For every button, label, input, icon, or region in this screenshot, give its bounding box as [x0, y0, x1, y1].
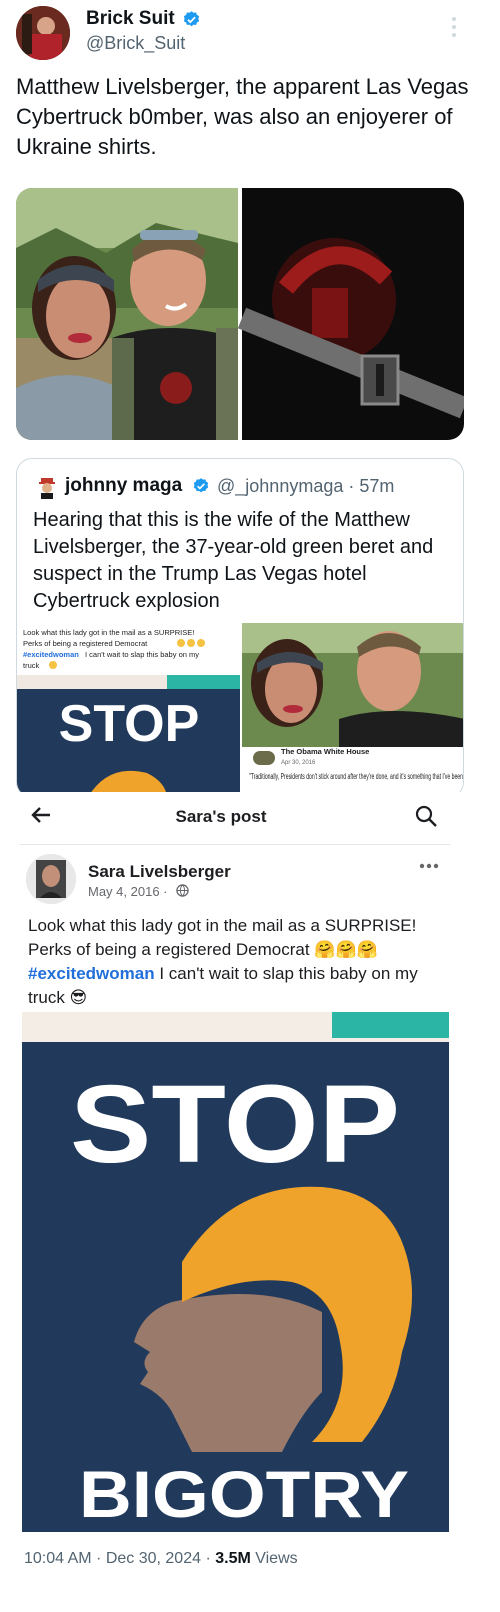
fb-post-date[interactable]: May 4, 2016 ·: [88, 884, 168, 899]
quoted-tweet[interactable]: johnny maga @_johnnymaga · 57m Hearing t…: [16, 458, 464, 798]
sign-bottom-text: BIGOTRY: [79, 1457, 409, 1531]
quoted-time: 57m: [359, 476, 395, 496]
embedded-post-line-4: truck: [23, 661, 40, 670]
side-source: The Obama White House: [281, 747, 369, 756]
more-options-icon[interactable]: [418, 862, 440, 870]
quoted-handle[interactable]: @_johnnymaga: [217, 476, 343, 496]
tweet-footer-meta: 10:04 AM · Dec 30, 2024 · 3.5M Views: [24, 1550, 298, 1568]
selfie-photo[interactable]: [16, 188, 238, 440]
embedded-post-line-3: I can't wait to slap this baby on my: [85, 650, 199, 659]
tweet-timestamp[interactable]: 10:04 AM · Dec 30, 2024 ·: [24, 1550, 215, 1567]
side-date: Apr 30, 2016: [281, 760, 316, 766]
verified-badge-icon: [193, 478, 209, 493]
header-divider: [20, 844, 450, 845]
fb-author-avatar[interactable]: [26, 854, 76, 904]
more-options-icon[interactable]: [448, 14, 460, 40]
fb-author-name[interactable]: Sara Livelsberger: [88, 862, 231, 882]
author-name[interactable]: Brick Suit: [86, 8, 175, 30]
tweet-media-grid[interactable]: [16, 188, 464, 440]
search-icon[interactable]: [414, 804, 438, 828]
fb-header-title: Sara's post: [175, 807, 267, 826]
views-count: 3.5M: [215, 1550, 251, 1567]
fb-post-text-1: Look what this lady got in the mail as a…: [28, 916, 417, 959]
hashtag-link[interactable]: #excitedwoman: [28, 964, 155, 983]
fb-post-text: Look what this lady got in the mail as a…: [28, 914, 448, 1010]
embedded-sign-text: STOP: [59, 695, 200, 753]
quoted-media[interactable]: Look what this lady got in the mail as a…: [17, 623, 463, 797]
embedded-post-tag: #excitedwoman: [23, 650, 79, 659]
quoted-author-name[interactable]: johnny maga: [65, 475, 182, 497]
embedded-post-line-1: Look what this lady got in the mail as a…: [23, 628, 194, 637]
author-handle[interactable]: @Brick_Suit: [86, 33, 185, 54]
globe-icon: [176, 884, 189, 897]
views-label: Views: [250, 1550, 298, 1567]
quoted-tweet-text: Hearing that this is the wife of the Mat…: [33, 509, 434, 612]
embedded-post-line-2: Perks of being a registered Democrat: [23, 639, 148, 648]
quoted-author-avatar[interactable]: [35, 475, 59, 499]
verified-badge-icon: [183, 11, 200, 27]
fb-date-text[interactable]: May 4, 2016: [88, 884, 160, 899]
quoted-author-handle-time[interactable]: @_johnnymaga · 57m: [217, 476, 394, 497]
side-quote: "Traditionally, Presidents don't stick a…: [249, 772, 463, 781]
sign-top-text: STOP: [70, 1063, 400, 1186]
stop-bigotry-sign-photo[interactable]: STOP BIGOTRY: [22, 1012, 449, 1532]
facebook-post-screenshot[interactable]: Sara's post Sara Livelsberger May 4, 201…: [0, 792, 500, 1612]
tweet-text: Matthew Livelsberger, the apparent Las V…: [16, 74, 469, 159]
author-avatar[interactable]: [16, 6, 70, 60]
shirt-closeup-photo[interactable]: [237, 188, 464, 440]
